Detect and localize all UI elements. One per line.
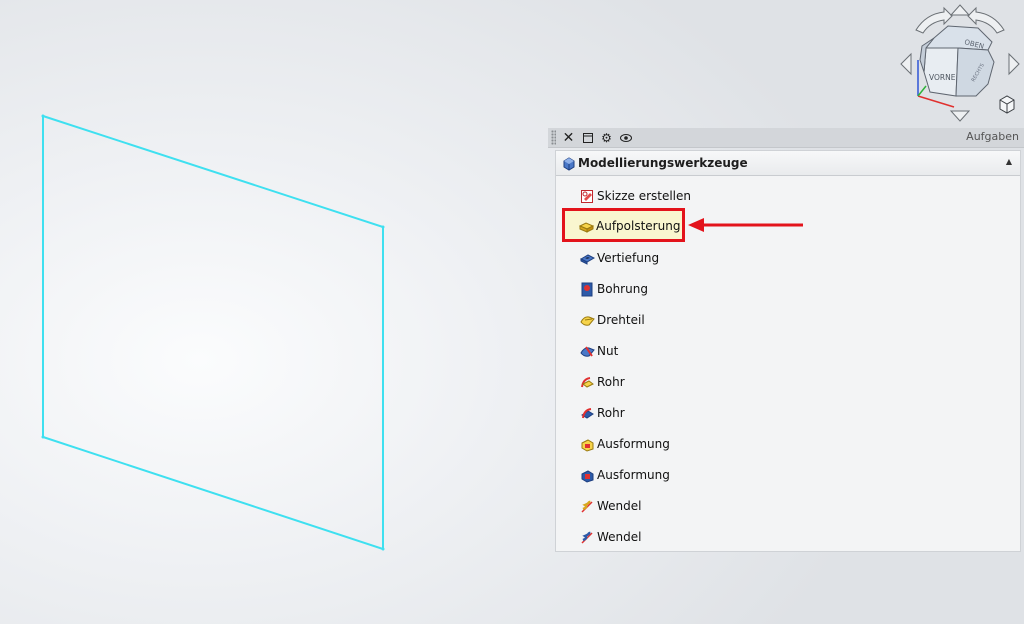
task-label: Skizze erstellen	[597, 189, 692, 203]
task-panel-titlebar: ✕ ⚙ Aufgaben	[548, 128, 1024, 148]
task-additive-loft[interactable]: Ausformung	[580, 435, 670, 453]
task-subtractive-pipe[interactable]: Rohr	[580, 404, 625, 422]
pad-icon	[578, 219, 595, 234]
task-label: Wendel	[597, 530, 642, 544]
task-label: Aufpolsterung	[596, 219, 681, 233]
close-icon[interactable]: ✕	[560, 129, 577, 146]
gear-icon[interactable]: ⚙	[598, 129, 615, 146]
tool-group-title: Modellierungswerkzeuge	[578, 156, 748, 170]
task-pocket[interactable]: Vertiefung	[580, 249, 659, 267]
eye-icon[interactable]	[617, 129, 634, 146]
task-additive-helix[interactable]: Wendel	[580, 497, 641, 515]
subtractive-loft-icon	[580, 468, 595, 483]
additive-helix-icon	[580, 499, 595, 514]
task-label: Nut	[597, 344, 619, 358]
task-label: Bohrung	[597, 282, 648, 296]
task-label: Wendel	[597, 499, 642, 513]
chevron-up-icon[interactable]: ▲	[1006, 157, 1012, 166]
additive-loft-icon	[580, 437, 595, 452]
tool-group-header[interactable]: Modellierungswerkzeuge ▲	[556, 151, 1020, 176]
subtractive-pipe-icon	[580, 406, 595, 421]
revolution-icon	[580, 313, 595, 328]
additive-pipe-icon	[580, 375, 595, 390]
view-menu-cube-icon[interactable]	[999, 95, 1015, 114]
arrow-up-icon[interactable]	[949, 4, 971, 16]
navigation-cube[interactable]: OBEN VORNE RECHTS	[896, 0, 1024, 124]
task-new-sketch[interactable]: Skizze erstellen	[580, 187, 691, 205]
task-hole[interactable]: Bohrung	[580, 280, 648, 298]
task-groove[interactable]: Nut	[580, 342, 618, 360]
task-label: Drehteil	[597, 313, 645, 327]
subtractive-helix-icon	[580, 530, 595, 545]
dock-float-icon[interactable]	[579, 129, 596, 146]
task-label: Ausformung	[597, 468, 670, 482]
arrow-right-icon[interactable]	[1008, 52, 1020, 76]
task-subtractive-helix[interactable]: Wendel	[580, 528, 641, 546]
view-cube-body[interactable]: OBEN VORNE RECHTS	[919, 25, 995, 97]
pocket-icon	[580, 251, 595, 266]
task-subtractive-loft[interactable]: Ausformung	[580, 466, 670, 484]
task-label: Rohr	[597, 375, 625, 389]
task-label: Ausformung	[597, 437, 670, 451]
arrow-down-icon[interactable]	[949, 110, 971, 122]
hole-icon	[580, 282, 595, 297]
task-additive-pipe[interactable]: Rohr	[580, 373, 625, 391]
task-label: Vertiefung	[597, 251, 660, 265]
task-label: Rohr	[597, 406, 625, 420]
task-revolution[interactable]: Drehteil	[580, 311, 645, 329]
task-panel-title: Aufgaben	[966, 130, 1019, 143]
red-arrow-icon	[688, 218, 803, 232]
drag-handle-icon[interactable]	[551, 130, 556, 145]
task-pad-highlighted[interactable]: Aufpolsterung	[578, 217, 681, 235]
new-sketch-icon	[580, 189, 595, 204]
part-design-icon	[562, 156, 575, 175]
cube-front-label: VORNE	[929, 73, 956, 82]
groove-icon	[580, 344, 595, 359]
arrow-left-icon[interactable]	[900, 52, 912, 76]
